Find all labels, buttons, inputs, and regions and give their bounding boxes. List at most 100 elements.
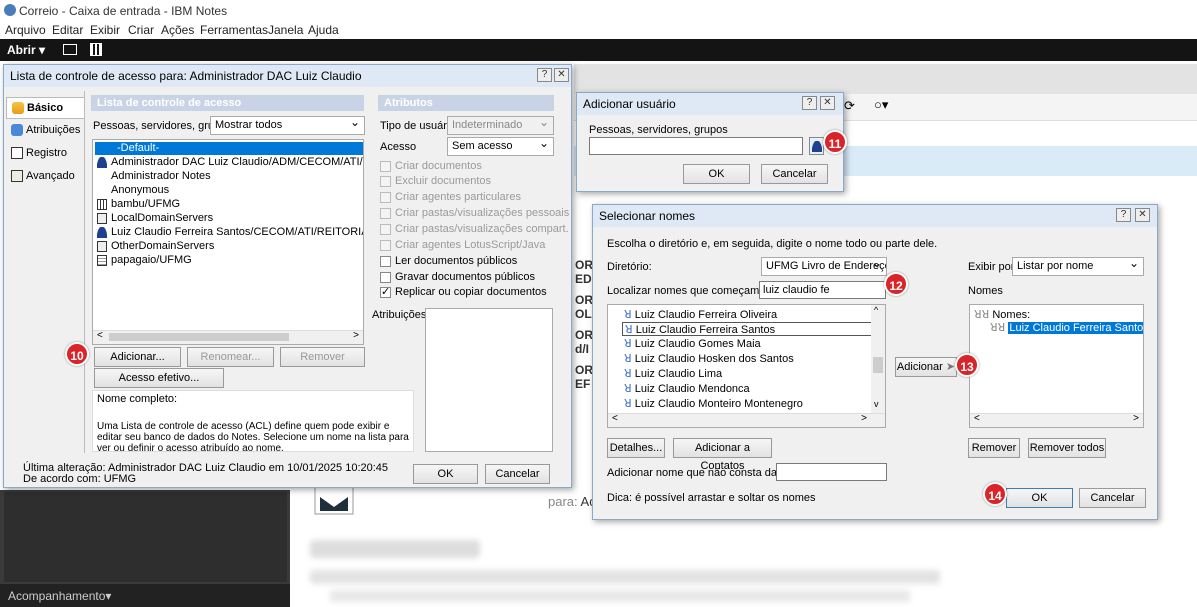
scroll-down-icon[interactable]: v	[874, 399, 879, 409]
acl-entry[interactable]: bambu/UFMG	[97, 198, 180, 210]
menu-criar[interactable]: Criar	[128, 23, 154, 37]
acl-entry[interactable]: Administrador Notes	[111, 170, 211, 182]
scroll-left-icon[interactable]: <	[974, 413, 980, 424]
acl-entry[interactable]: Luiz Claudio Ferreira Santos/CECOM/ATI/R…	[97, 226, 363, 238]
scroll-thumb[interactable]	[109, 333, 289, 341]
menu-ferramentas[interactable]: Ferramentas	[200, 23, 268, 37]
remove-button[interactable]: Remover	[968, 438, 1020, 458]
access-select[interactable]: Sem acesso	[447, 137, 554, 156]
calendar-icon[interactable]	[90, 43, 102, 56]
tab-atribuicoes[interactable]: Atribuições	[6, 120, 85, 142]
full-name-label: Nome completo:	[97, 393, 178, 405]
roles-list[interactable]	[425, 308, 553, 452]
help-button[interactable]: ?	[802, 96, 817, 110]
add-to-contacts-button[interactable]: Adicionar a Contatos	[673, 438, 772, 472]
help-button[interactable]: ?	[537, 68, 552, 82]
result-row[interactable]: ꓤ Luiz Claudio Mendonca	[624, 382, 750, 395]
add-button[interactable]: Adicionar...	[94, 347, 181, 367]
address-book-button[interactable]	[809, 137, 824, 155]
tab-registro[interactable]: Registro	[6, 143, 85, 165]
vertical-scrollbar[interactable]: ^ v	[871, 305, 885, 413]
perm-checkbox[interactable]	[380, 272, 391, 283]
menu-acoes[interactable]: Ações	[161, 23, 194, 37]
horizontal-scrollbar[interactable]: < >	[608, 413, 885, 427]
acl-entry[interactable]: papagaio/UFMG	[97, 254, 192, 266]
result-row[interactable]: ꓤ Luiz Claudio Ferreira Oliveira	[624, 308, 777, 321]
filter-select[interactable]: Mostrar todos	[210, 116, 365, 135]
view-by-select[interactable]: Listar por nome	[1012, 257, 1144, 276]
mail-icon[interactable]	[63, 44, 77, 55]
unlisted-input[interactable]	[776, 463, 887, 481]
advanced-icon	[11, 170, 23, 182]
database-icon	[97, 254, 107, 266]
close-button[interactable]: ✕	[1135, 208, 1150, 222]
refresh-icon[interactable]: ⟳	[844, 98, 855, 114]
menu-janela[interactable]: Janela	[268, 23, 303, 37]
acl-entry[interactable]: OtherDomainServers	[97, 240, 214, 252]
cancel-button[interactable]: Cancelar	[1079, 488, 1146, 508]
open-button[interactable]: Abrir ▾	[7, 43, 45, 57]
agreed-by: De acordo com: UFMG	[23, 473, 137, 485]
close-button[interactable]: ✕	[554, 68, 569, 82]
cancel-button[interactable]: Cancelar	[485, 464, 550, 484]
close-button[interactable]: ✕	[820, 96, 835, 110]
acl-entry[interactable]: Administrador DAC Luiz Claudio/ADM/CECOM…	[97, 156, 363, 168]
perm-checkbox[interactable]	[380, 240, 391, 251]
perm-checkbox[interactable]	[380, 176, 391, 187]
sidebar-follow-up[interactable]: Acompanhamento▾	[0, 584, 290, 607]
details-button[interactable]: Detalhes...	[607, 438, 665, 458]
scroll-left-icon[interactable]: <	[97, 330, 103, 341]
perm-checkbox-checked[interactable]	[380, 285, 391, 298]
remove-button[interactable]: Remover	[280, 347, 365, 367]
acl-entry[interactable]: -Default-	[95, 142, 363, 155]
acl-entry[interactable]: Anonymous	[111, 184, 169, 196]
selected-name[interactable]: ꓤꓤ Luiz Claudio Ferreira Santos/CECO	[990, 321, 1143, 334]
scroll-right-icon[interactable]: >	[1133, 413, 1139, 424]
menu-exibir[interactable]: Exibir	[90, 23, 120, 37]
scroll-right-icon[interactable]: >	[861, 413, 867, 424]
results-list[interactable]: ꓤ Luiz Claudio Ferreira Oliveira ꓤ Luiz …	[607, 304, 886, 428]
perm-checkbox[interactable]	[380, 208, 391, 219]
horizontal-scrollbar[interactable]: < >	[93, 330, 363, 344]
scroll-thumb[interactable]	[873, 357, 883, 373]
result-row[interactable]: ꓤ Luiz Claudio Gomes Maia	[624, 337, 761, 350]
tab-avancado[interactable]: Avançado	[6, 166, 85, 188]
rename-button[interactable]: Renomear...	[187, 347, 274, 367]
scroll-up-icon[interactable]: ^	[874, 305, 878, 315]
scroll-right-icon[interactable]: >	[353, 330, 359, 341]
remove-all-button[interactable]: Remover todos	[1028, 438, 1106, 458]
menu-ajuda[interactable]: Ajuda	[308, 23, 339, 37]
search-icon[interactable]: ○▾	[874, 97, 888, 113]
add-name-button[interactable]: Adicionar ➤	[895, 357, 957, 377]
acl-entry[interactable]: LocalDomainServers	[97, 212, 213, 224]
selected-names-list[interactable]: ꓤꓤ Nomes: ꓤꓤ Luiz Claudio Ferreira Santo…	[969, 304, 1144, 428]
result-row[interactable]: ꓤ Luiz Claudio Monteiro Montenegro	[624, 397, 803, 410]
people-icon: ꓤꓤ	[974, 309, 993, 321]
directory-select[interactable]: UFMG Livro de Endereço:	[761, 257, 887, 276]
step-badge: 14	[983, 482, 1007, 506]
directory-label: Diretório:	[607, 261, 652, 273]
horizontal-scrollbar[interactable]: < >	[970, 413, 1143, 427]
acl-entry-list[interactable]: -Default- Administrador DAC Luiz Claudio…	[92, 139, 364, 345]
menu-editar[interactable]: Editar	[52, 23, 83, 37]
user-type-select[interactable]: Indeterminado	[447, 116, 554, 135]
tab-basico[interactable]: Básico	[6, 97, 85, 119]
result-row[interactable]: ꓤ Luiz Claudio Lima	[624, 367, 722, 380]
menu-arquivo[interactable]: Arquivo	[5, 23, 46, 37]
perm-checkbox[interactable]	[380, 256, 391, 267]
perm-checkbox[interactable]	[380, 224, 391, 235]
ok-button[interactable]: OK	[683, 164, 750, 184]
ok-button[interactable]: OK	[1006, 488, 1073, 508]
main-toolbar: Abrir ▾	[0, 39, 1197, 61]
help-button[interactable]: ?	[1116, 208, 1131, 222]
add-user-input[interactable]	[589, 137, 803, 155]
result-row[interactable]: ꓤ Luiz Claudio Hosken dos Santos	[624, 352, 794, 365]
perm-checkbox[interactable]	[380, 161, 391, 172]
perm-checkbox[interactable]	[380, 192, 391, 203]
effective-access-button[interactable]: Acesso efetivo...	[94, 368, 224, 388]
ok-button[interactable]: OK	[413, 464, 478, 484]
search-input[interactable]: luiz claudio fe	[759, 281, 886, 299]
result-row-selected[interactable]: ꓤ Luiz Claudio Ferreira Santos	[622, 322, 872, 336]
scroll-left-icon[interactable]: <	[612, 413, 618, 424]
cancel-button[interactable]: Cancelar	[761, 164, 828, 184]
